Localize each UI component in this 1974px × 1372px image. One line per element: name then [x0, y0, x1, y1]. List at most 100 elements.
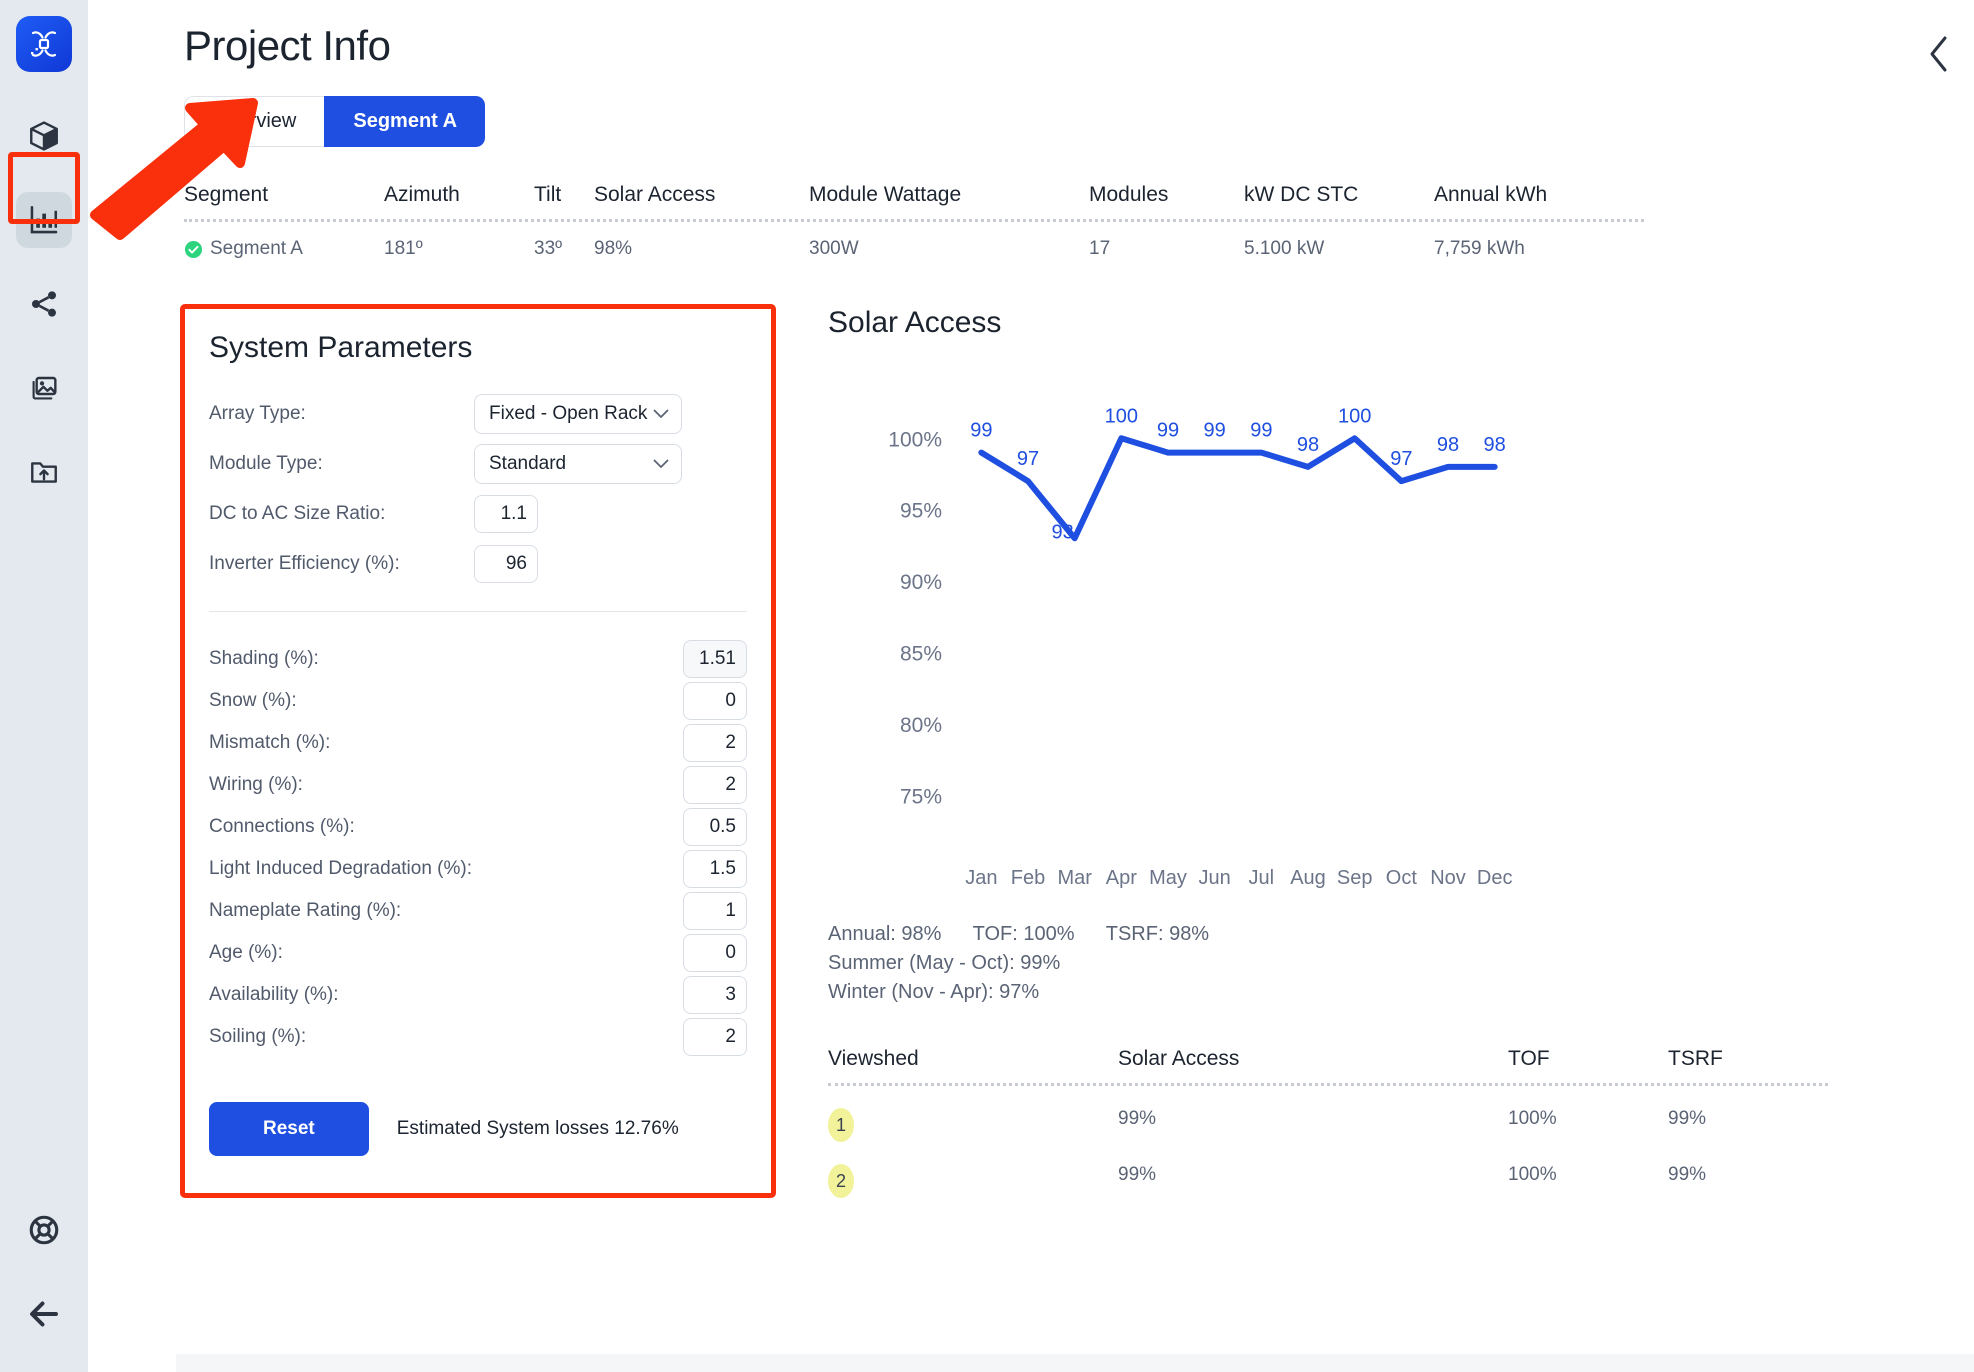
chart-data-label: 98	[1437, 434, 1459, 456]
cell-azimuth: 181º	[384, 238, 423, 259]
chart-data-label: 98	[1484, 434, 1506, 456]
chart-data-label: 100	[1105, 405, 1138, 427]
cell-modules: 17	[1089, 238, 1111, 259]
summary-tsrf: TSRF: 98%	[1105, 923, 1210, 945]
tab-segment-a[interactable]: Segment A	[324, 96, 486, 147]
nameplate-rating-label: Nameplate Rating (%):	[209, 900, 402, 921]
cell-annual-kwh: 7,759 kWh	[1434, 238, 1525, 259]
x-axis-tick: Jul	[1249, 867, 1275, 889]
y-axis-tick: 80%	[900, 714, 942, 737]
wiring-input[interactable]: 2	[683, 766, 747, 804]
chart-data-label: 93	[1052, 521, 1074, 543]
sidebar-item-3d-model[interactable]	[16, 108, 72, 164]
x-axis-tick: Dec	[1477, 867, 1513, 889]
soiling-input[interactable]: 2	[683, 1018, 747, 1056]
viewshed-table-header: Viewshed Solar Access TOF TSRF	[828, 1047, 1828, 1083]
availability-input[interactable]: 3	[683, 976, 747, 1014]
module-type-row: Module Type: Standard	[209, 439, 771, 489]
inverter-efficiency-row: Inverter Efficiency (%): 96	[209, 539, 771, 589]
col-kw-dc-stc: kW DC STC	[1244, 183, 1359, 206]
wiring-label: Wiring (%):	[209, 774, 303, 795]
page-title: Project Info	[184, 22, 391, 69]
x-axis-tick: May	[1149, 867, 1187, 889]
module-type-value: Standard	[489, 453, 567, 474]
y-axis-tick: 85%	[900, 643, 942, 666]
x-axis-tick: Nov	[1430, 867, 1466, 889]
inverter-efficiency-input[interactable]: 96	[474, 545, 538, 583]
chart-data-label: 97	[1017, 448, 1039, 470]
table-row[interactable]: Segment A 181º 33º 98% 300W 17 5.100 kW …	[184, 222, 1644, 260]
table-row[interactable]: 2 99% 100% 99%	[828, 1142, 1828, 1198]
chevron-down-icon	[653, 457, 669, 472]
shading-label: Shading (%):	[209, 648, 319, 669]
cell-tilt: 33º	[534, 238, 563, 259]
shading-input[interactable]: 1.51	[683, 640, 747, 678]
solar-access-title: Solar Access	[828, 306, 1002, 339]
snow-row: Snow (%): 0	[209, 680, 771, 722]
module-type-select[interactable]: Standard	[474, 444, 682, 484]
images-icon	[32, 376, 57, 400]
inverter-efficiency-label: Inverter Efficiency (%):	[209, 553, 400, 574]
segment-summary-table: Segment Azimuth Tilt Solar Access Module…	[184, 183, 1644, 260]
chart-data-label: 99	[1157, 420, 1179, 442]
light-induced-degradation-label: Light Induced Degradation (%):	[209, 858, 472, 879]
col-modules: Modules	[1089, 183, 1169, 206]
sidebar-item-back[interactable]	[16, 1286, 72, 1342]
tab-overview[interactable]: Overview	[184, 96, 325, 147]
cell-segment-label: Segment A	[210, 238, 303, 259]
segment-table-header: Segment Azimuth Tilt Solar Access Module…	[184, 183, 1644, 219]
col-viewshed: Viewshed	[828, 1047, 919, 1070]
col-viewshed-tof: TOF	[1508, 1047, 1550, 1070]
solar-access-chart: 100% 95% 90% 85% 80% 75% 99 97 93 100 99 99 99 98 100 9…	[828, 384, 1548, 914]
chart-data-label: 100	[1338, 405, 1371, 427]
sidebar-item-analytics[interactable]	[16, 192, 72, 248]
col-module-wattage: Module Wattage	[809, 183, 962, 206]
chevron-down-icon	[653, 407, 669, 422]
dc-ac-ratio-label: DC to AC Size Ratio:	[209, 503, 386, 524]
shading-row: Shading (%): 1.51	[209, 638, 771, 680]
col-viewshed-tsrf: TSRF	[1668, 1047, 1723, 1070]
summary-line-annual: Annual: 98% TOF: 100% TSRF: 98%	[828, 920, 1974, 949]
connections-row: Connections (%): 0.5	[209, 806, 771, 848]
summary-winter: Winter (Nov - Apr): 97%	[828, 981, 1040, 1003]
dc-ac-ratio-input[interactable]: 1.1	[474, 495, 538, 533]
collapse-panel-button[interactable]	[1926, 34, 1952, 80]
light-induced-degradation-input[interactable]: 1.5	[683, 850, 747, 888]
chart-data-label: 97	[1390, 448, 1412, 470]
panels-area: System Parameters Array Type: Fixed - Op…	[88, 304, 1974, 1198]
bar-chart-icon	[30, 205, 58, 234]
nameplate-rating-row: Nameplate Rating (%): 1	[209, 890, 771, 932]
connections-input[interactable]: 0.5	[683, 808, 747, 846]
section-divider	[209, 611, 747, 612]
col-viewshed-solar-access: Solar Access	[1118, 1047, 1240, 1070]
cell-kw-dc-stc: 5.100 kW	[1244, 238, 1325, 259]
chart-data-label: 98	[1297, 434, 1319, 456]
array-type-select[interactable]: Fixed - Open Rack	[474, 394, 682, 434]
y-axis-tick: 75%	[900, 785, 942, 808]
cell-module-wattage: 300W	[809, 238, 859, 259]
lifebuoy-icon	[29, 1215, 59, 1245]
summary-summer: Summer (May - Oct): 99%	[828, 952, 1061, 974]
drone-logo-icon	[31, 31, 57, 57]
table-row[interactable]: 1 99% 100% 99%	[828, 1086, 1828, 1142]
y-axis-tick: 90%	[900, 571, 942, 594]
sidebar-item-help[interactable]	[16, 1202, 72, 1258]
left-sidebar	[0, 0, 88, 1372]
x-axis-tick: Sep	[1337, 867, 1373, 889]
array-type-value: Fixed - Open Rack	[489, 403, 648, 424]
sidebar-item-images[interactable]	[16, 360, 72, 416]
mismatch-input[interactable]: 2	[683, 724, 747, 762]
array-type-row: Array Type: Fixed - Open Rack	[209, 389, 771, 439]
bottom-scroll-strip[interactable]	[176, 1354, 1974, 1372]
app-logo[interactable]	[16, 16, 72, 72]
cell-viewshed-id: 2	[828, 1142, 1118, 1198]
wiring-row: Wiring (%): 2	[209, 764, 771, 806]
age-input[interactable]: 0	[683, 934, 747, 972]
sidebar-item-share[interactable]	[16, 276, 72, 332]
nameplate-rating-input[interactable]: 1	[683, 892, 747, 930]
snow-input[interactable]: 0	[683, 682, 747, 720]
sidebar-item-upload[interactable]	[16, 444, 72, 500]
share-icon	[32, 291, 56, 317]
reset-button[interactable]: Reset	[209, 1102, 369, 1156]
y-axis-tick: 100%	[888, 428, 942, 451]
